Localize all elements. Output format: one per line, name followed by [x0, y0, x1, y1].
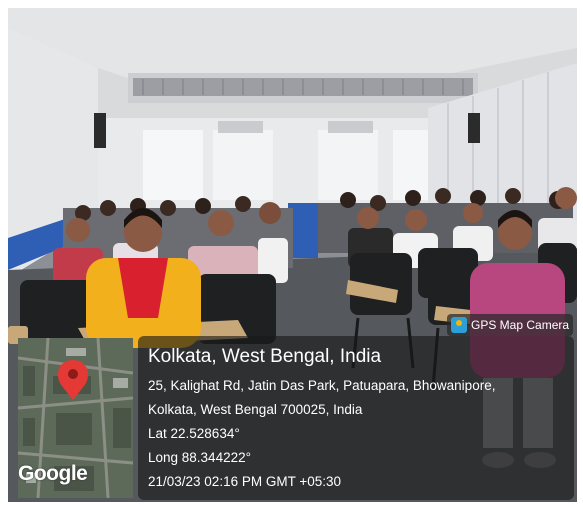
speaker: [94, 113, 106, 148]
photo-frame: GPS Map Camera Google Kolkata, West Beng…: [0, 0, 583, 505]
map-watermark: Google: [18, 462, 88, 485]
window: [213, 130, 273, 200]
window: [143, 130, 203, 200]
wall-ac-unit: [218, 121, 263, 133]
window: [318, 130, 378, 200]
timestamp: 21/03/23 02:16 PM GMT +05:30: [148, 474, 342, 489]
gps-map-camera-icon: [451, 317, 467, 333]
address-line-2: Kolkata, West Bengal 700025, India: [148, 402, 363, 417]
gps-camera-label: GPS Map Camera: [471, 318, 570, 332]
map-thumbnail: Google: [18, 338, 133, 498]
speaker: [468, 113, 480, 143]
longitude: Long 88.344222°: [148, 450, 251, 465]
location-overlay: Kolkata, West Bengal, India 25, Kalighat…: [138, 336, 574, 500]
address-line-1: 25, Kalighat Rd, Jatin Das Park, Patuapa…: [148, 378, 496, 393]
gps-camera-badge: GPS Map Camera: [447, 314, 573, 336]
location-title: Kolkata, West Bengal, India: [148, 346, 382, 367]
latitude: Lat 22.528634°: [148, 426, 240, 441]
wall-ac-unit: [328, 121, 373, 133]
